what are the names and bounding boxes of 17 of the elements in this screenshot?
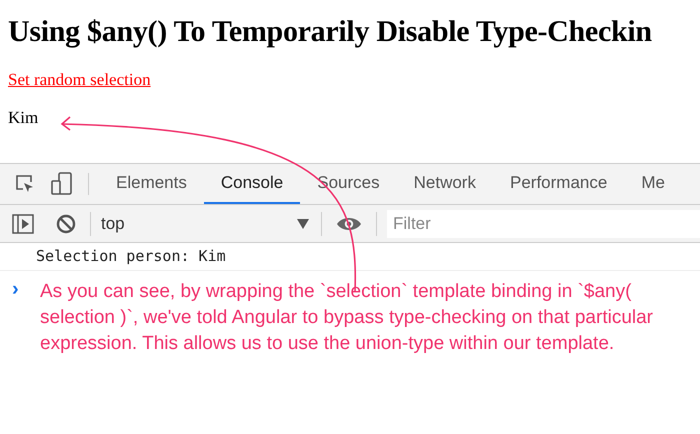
devtools-tab[interactable]: Me <box>624 164 682 204</box>
device-toolbar-icon[interactable] <box>50 172 74 196</box>
dropdown-caret-icon <box>297 218 309 228</box>
eye-icon[interactable] <box>336 216 362 232</box>
sidebar-toggle-icon[interactable] <box>12 214 34 234</box>
console-prompt: › <box>11 277 20 302</box>
annotation-text: As you can see, by wrapping the `selection` template binding in `$any( selection )`, we've told Angular to bypass type-checking on that particular expression. This allows us to use the union-type within our template. <box>40 280 654 356</box>
context-dropdown[interactable]: top <box>101 210 311 236</box>
clear-console-icon[interactable] <box>56 214 76 234</box>
console-message: Selection person: Kim <box>36 246 226 268</box>
random-selection-link[interactable]: Set random selection <box>8 70 151 90</box>
page-heading: Using $any() To Temporarily Disable Type-Checkin <box>8 14 652 50</box>
devtools-tab[interactable]: Network <box>396 164 493 204</box>
selection-value: Kim <box>8 108 38 128</box>
filter-field[interactable]: Filter <box>387 210 700 238</box>
devtools-tab[interactable]: Elements <box>99 164 204 204</box>
devtools-tab[interactable]: Performance <box>492 164 624 204</box>
